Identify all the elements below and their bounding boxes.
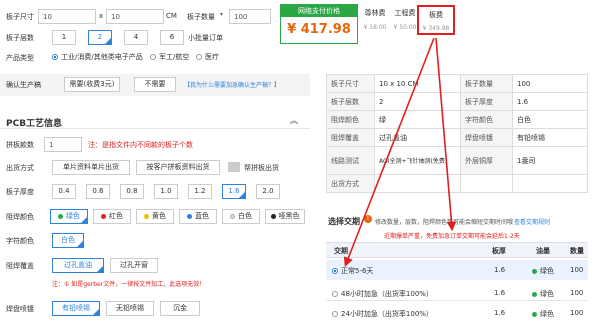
arrow-to-urgent-note <box>435 37 457 232</box>
annotation-arrows <box>343 37 457 267</box>
arrow-to-normal-leadtime <box>343 37 435 267</box>
